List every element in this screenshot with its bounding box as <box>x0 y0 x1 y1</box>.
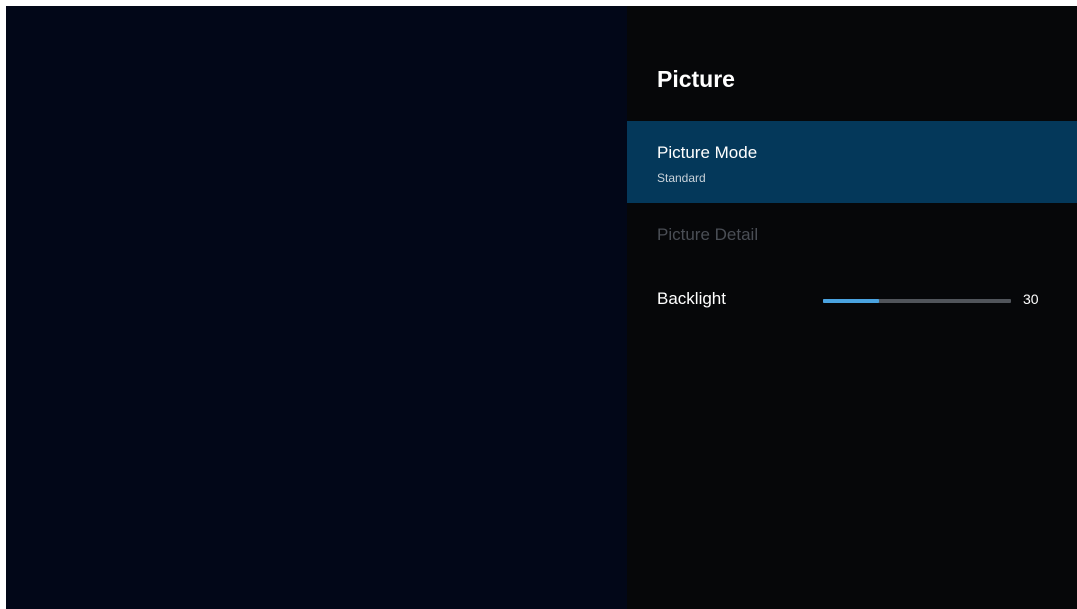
backlight-slider-fill <box>823 299 880 303</box>
picture-settings-panel: Picture Picture Mode Standard Picture De… <box>627 6 1077 609</box>
backlight-value: 30 <box>1023 291 1039 307</box>
menu-item-backlight[interactable]: Backlight 30 <box>627 282 1077 322</box>
menu-item-picture-detail[interactable]: Picture Detail <box>627 218 1077 258</box>
menu-item-picture-mode[interactable]: Picture Mode Standard <box>627 121 1077 203</box>
tv-screen: Picture Picture Mode Standard Picture De… <box>6 6 1077 609</box>
panel-title: Picture <box>657 66 735 92</box>
backlight-label: Backlight <box>657 289 726 308</box>
picture-detail-label: Picture Detail <box>657 225 759 244</box>
picture-mode-value: Standard <box>657 171 706 185</box>
picture-mode-label: Picture Mode <box>657 143 758 162</box>
video-preview-area <box>6 6 627 609</box>
backlight-slider[interactable] <box>823 299 1011 303</box>
